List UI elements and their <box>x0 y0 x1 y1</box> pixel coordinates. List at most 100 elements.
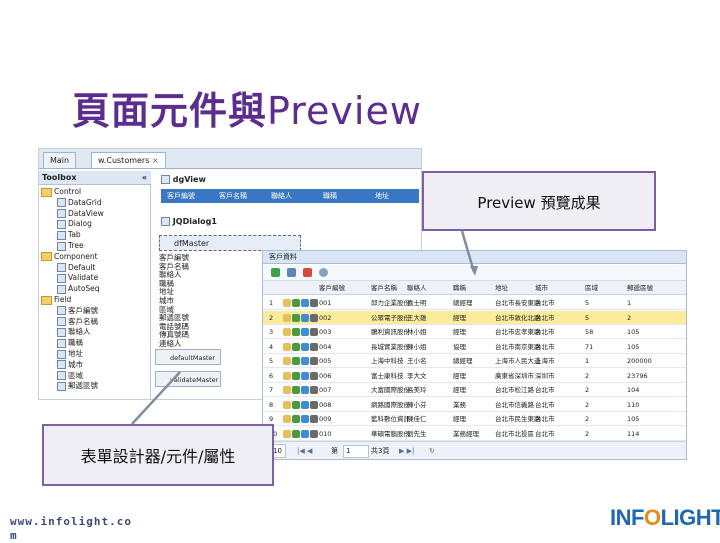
view-icon[interactable] <box>283 371 291 380</box>
grid-column-header[interactable]: 區域 <box>585 281 598 295</box>
copy-icon[interactable] <box>301 299 309 307</box>
edit-icon[interactable] <box>292 415 300 423</box>
dgview-column-bar[interactable]: 客戶編號 客戶名稱 聯絡人 職稱 地址 <box>161 189 419 203</box>
copy-icon[interactable] <box>301 328 309 336</box>
delete-icon[interactable] <box>310 328 318 336</box>
toolbox-item[interactable]: Default <box>57 263 95 274</box>
edit-icon[interactable] <box>292 400 300 409</box>
view-icon[interactable] <box>283 429 291 438</box>
view-icon[interactable] <box>283 299 291 307</box>
copy-icon[interactable] <box>301 371 309 380</box>
table-row[interactable]: 3 003 鵬利資訊股份 林小姐 經理 台北市忠孝東路 台北市 58 105 <box>263 325 686 339</box>
copy-icon[interactable] <box>301 357 309 365</box>
edit-icon[interactable] <box>292 371 300 380</box>
dfmaster-field-label[interactable]: 連絡人 <box>159 339 239 349</box>
grid-column-header[interactable]: 城市 <box>535 281 548 295</box>
add-icon[interactable] <box>271 268 280 277</box>
delete-icon[interactable] <box>310 371 318 380</box>
grid-column-header[interactable]: 客戶名稱 <box>371 281 397 295</box>
toolbox-folder[interactable]: Field <box>41 295 71 306</box>
view-icon[interactable] <box>283 415 291 423</box>
table-row[interactable]: 8 008 網路國際股份 陳小芬 業務 台北市信義路 台北市 2 110 <box>263 398 686 412</box>
table-row[interactable]: 9 009 藍科數位資訊 陳佳仁 經理 台北市民生東路 台北市 2 105 <box>263 412 686 426</box>
table-row[interactable]: 10010華碩電腦股份劉先生業務經理台北市北投區台北市2114 <box>263 427 686 441</box>
dgview-column-header[interactable]: 職稱 <box>323 189 337 203</box>
copy-icon[interactable] <box>301 386 309 394</box>
delete-icon[interactable] <box>310 313 318 322</box>
toolbox-item[interactable]: 城市 <box>57 360 83 371</box>
delete-icon[interactable] <box>310 400 318 409</box>
toolbox-item[interactable]: Dialog <box>57 219 92 230</box>
default-master-component[interactable]: defaultMaster <box>155 349 221 365</box>
dgview-column-header[interactable]: 客戶編號 <box>167 189 195 203</box>
copy-icon[interactable] <box>301 415 309 423</box>
toolbox-item[interactable]: 客戶名稱 <box>57 317 98 328</box>
toolbox-item[interactable]: DataGrid <box>57 198 102 209</box>
delete-icon[interactable] <box>310 342 318 351</box>
toolbox-item[interactable]: DataView <box>57 209 104 220</box>
table-row[interactable]: 6 006 富士康科技 李大文 經理 廣東省深圳市 深圳市 2 23796 <box>263 369 686 383</box>
grid-column-header[interactable]: 客戶編號 <box>319 281 345 295</box>
dgview-column-header[interactable]: 客戶名稱 <box>219 189 247 203</box>
first-page-icon[interactable]: |◀ ◀ <box>297 442 312 459</box>
grid-column-header[interactable]: 聯絡人 <box>407 281 427 295</box>
view-icon[interactable] <box>283 313 291 322</box>
table-row[interactable]: 1 001 邱力企業股份 嘉士明 總經理 台北市長安東路 台北市 5 1 <box>263 296 686 310</box>
table-row[interactable]: 7 007 大富國際股份 高美玲 經理 台北市松江路 台北市 2 104 <box>263 383 686 397</box>
collapse-icon[interactable]: « <box>142 171 147 185</box>
copy-icon[interactable] <box>301 429 309 438</box>
edit-icon[interactable] <box>292 386 300 394</box>
edit-icon[interactable] <box>292 342 300 351</box>
toolbox-item[interactable]: 郵遞區號 <box>57 381 98 392</box>
table-row[interactable]: 2 002 公眾電子股份 王大雄 經理 台北市敦化北路 台北市 5 2 <box>263 310 686 325</box>
next-page-icon[interactable]: ▶ ▶| <box>399 442 414 459</box>
website-url[interactable]: www.infolight.com <box>10 515 132 543</box>
grid-column-header[interactable]: 職稱 <box>453 281 466 295</box>
view-icon[interactable] <box>283 386 291 394</box>
edit-icon[interactable] <box>292 429 300 438</box>
dfmaster-form[interactable]: dfMaster <box>159 235 301 251</box>
toolbox-item[interactable]: Validate <box>57 273 98 284</box>
toolbox-item[interactable]: Tree <box>57 241 84 252</box>
view-icon[interactable] <box>283 328 291 336</box>
view-icon[interactable] <box>283 342 291 351</box>
copy-icon[interactable] <box>301 400 309 409</box>
delete-icon[interactable] <box>310 415 318 423</box>
close-icon[interactable]: × <box>152 156 159 165</box>
refresh-icon[interactable]: ↻ <box>429 442 435 459</box>
grid-column-header[interactable]: 地址 <box>495 281 508 295</box>
edit-icon[interactable] <box>292 299 300 307</box>
page-input[interactable]: 1 <box>343 445 369 458</box>
table-row[interactable]: 4 004 長城實業股份 陳小姐 協理 台北市南京東路 台北市 71 105 <box>263 340 686 354</box>
save-icon[interactable] <box>287 268 296 277</box>
toolbox-item[interactable]: 區域 <box>57 371 83 382</box>
undo-icon[interactable] <box>303 268 312 277</box>
dgview-column-header[interactable]: 地址 <box>375 189 389 203</box>
toolbox-folder[interactable]: Control <box>41 187 81 198</box>
toolbox-item[interactable]: Tab <box>57 230 81 241</box>
toolbox-folder[interactable]: Component <box>41 252 98 263</box>
search-icon[interactable] <box>319 268 328 277</box>
tab-customers[interactable]: w.Customers × <box>91 152 166 168</box>
toolbox-item[interactable]: 職稱 <box>57 338 83 349</box>
edit-icon[interactable] <box>292 357 300 365</box>
validate-master-component[interactable]: validateMaster <box>155 371 221 387</box>
toolbox-item[interactable]: 地址 <box>57 349 83 360</box>
table-row[interactable]: 5 005 上海中科技 王小名 總經理 上海市人民大道 上海市 1 200000 <box>263 354 686 368</box>
view-icon[interactable] <box>283 400 291 409</box>
delete-icon[interactable] <box>310 386 318 394</box>
toolbox-item[interactable]: 聯絡人 <box>57 327 91 338</box>
delete-icon[interactable] <box>310 299 318 307</box>
edit-icon[interactable] <box>292 328 300 336</box>
grid-column-header[interactable]: 郵遞區號 <box>627 281 653 295</box>
toolbox-item[interactable]: AutoSeq <box>57 284 100 295</box>
toolbox-item[interactable]: 客戶編號 <box>57 306 98 317</box>
delete-icon[interactable] <box>310 357 318 365</box>
edit-icon[interactable] <box>292 313 300 322</box>
copy-icon[interactable] <box>301 342 309 351</box>
view-icon[interactable] <box>283 357 291 365</box>
copy-icon[interactable] <box>301 313 309 322</box>
delete-icon[interactable] <box>310 429 318 438</box>
tab-main[interactable]: Main <box>43 152 77 168</box>
dgview-column-header[interactable]: 聯絡人 <box>271 189 292 203</box>
